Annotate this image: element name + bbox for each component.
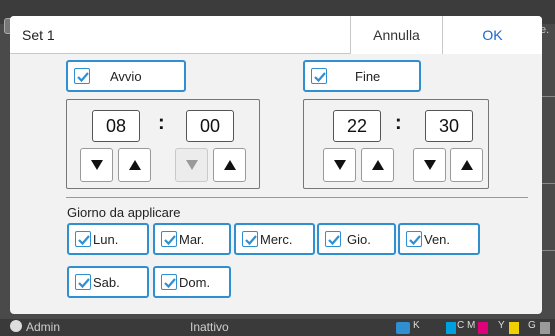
time-separator: :	[158, 112, 165, 134]
ink-bar-g	[540, 322, 550, 334]
day-checkbox-tuesday[interactable]: Mar.	[153, 223, 231, 255]
day-label: Merc.	[260, 232, 293, 247]
start-hour-field[interactable]: 08	[92, 110, 140, 142]
ink-label-c: C	[457, 320, 465, 331]
checkbox-check-icon	[75, 274, 91, 290]
arrow-up-icon	[461, 160, 473, 170]
end-time-panel: 22 : 30	[303, 99, 489, 189]
time-separator: :	[395, 112, 402, 134]
arrow-down-icon	[334, 160, 346, 170]
cancel-button[interactable]: Annulla	[350, 16, 442, 54]
start-time-panel: 08 : 00	[66, 99, 260, 189]
day-label: Mar.	[179, 232, 205, 247]
start-hour-down-button[interactable]	[80, 148, 113, 182]
day-checkbox-sunday[interactable]: Dom.	[153, 266, 231, 298]
checkbox-check-icon	[75, 231, 91, 247]
day-checkbox-thursday[interactable]: Gio.	[317, 223, 396, 255]
day-label: Gio.	[347, 232, 371, 247]
status-bar: Admin Inattivo K C M Y G	[0, 319, 555, 336]
checkbox-check-icon	[242, 231, 258, 247]
start-checkbox-label: Avvio	[110, 69, 142, 84]
arrow-up-icon	[129, 160, 141, 170]
ink-label-k: K	[413, 320, 420, 331]
day-checkbox-saturday[interactable]: Sab.	[67, 266, 149, 298]
start-minute-down-button[interactable]	[175, 148, 208, 182]
day-checkbox-monday[interactable]: Lun.	[67, 223, 149, 255]
end-minute-up-button[interactable]	[450, 148, 483, 182]
ok-button[interactable]: OK	[442, 16, 542, 54]
ink-label-g: G	[528, 320, 536, 331]
start-minute-field[interactable]: 00	[186, 110, 234, 142]
end-minute-down-button[interactable]	[413, 148, 446, 182]
day-label: Ven.	[424, 232, 451, 247]
user-icon	[10, 320, 22, 332]
end-minute-field[interactable]: 30	[425, 110, 473, 142]
checkbox-check-icon	[161, 231, 177, 247]
arrow-up-icon	[372, 160, 384, 170]
schedule-dialog: Set 1 Annulla OK Avvio Fine 08 : 00 22 :…	[10, 16, 542, 314]
ink-bar-m	[478, 322, 488, 334]
day-label: Lun.	[93, 232, 119, 247]
ink-label-m: M	[467, 320, 476, 331]
dialog-title: Set 1	[22, 27, 55, 43]
ink-bar-c	[446, 322, 456, 334]
ink-icon	[396, 322, 410, 334]
day-checkbox-wednesday[interactable]: Merc.	[234, 223, 315, 255]
checkbox-check-icon	[74, 68, 90, 84]
checkbox-check-icon	[406, 231, 422, 247]
start-hour-up-button[interactable]	[118, 148, 151, 182]
dialog-header: Set 1 Annulla OK	[10, 16, 542, 54]
day-label: Sab.	[93, 275, 120, 290]
ink-bar-y	[509, 322, 519, 334]
arrow-down-icon	[424, 160, 436, 170]
ink-label-y: Y	[498, 320, 505, 331]
section-divider	[66, 197, 528, 198]
status-user: Admin	[10, 320, 60, 334]
end-hour-up-button[interactable]	[361, 148, 394, 182]
start-checkbox[interactable]: Avvio	[66, 60, 186, 92]
end-hour-field[interactable]: 22	[333, 110, 381, 142]
status-user-name: Admin	[26, 320, 61, 334]
end-checkbox-label: Fine	[355, 69, 381, 84]
arrow-up-icon	[224, 160, 236, 170]
checkbox-check-icon	[311, 68, 327, 84]
days-label: Giorno da applicare	[67, 205, 181, 220]
checkbox-check-icon	[161, 274, 177, 290]
checkbox-check-icon	[325, 231, 341, 247]
arrow-down-icon	[91, 160, 103, 170]
end-hour-down-button[interactable]	[323, 148, 356, 182]
end-checkbox[interactable]: Fine	[303, 60, 421, 92]
day-checkbox-friday[interactable]: Ven.	[398, 223, 480, 255]
status-state: Inattivo	[190, 320, 229, 334]
start-minute-up-button[interactable]	[213, 148, 246, 182]
day-label: Dom.	[179, 275, 211, 290]
arrow-down-icon	[186, 160, 198, 170]
